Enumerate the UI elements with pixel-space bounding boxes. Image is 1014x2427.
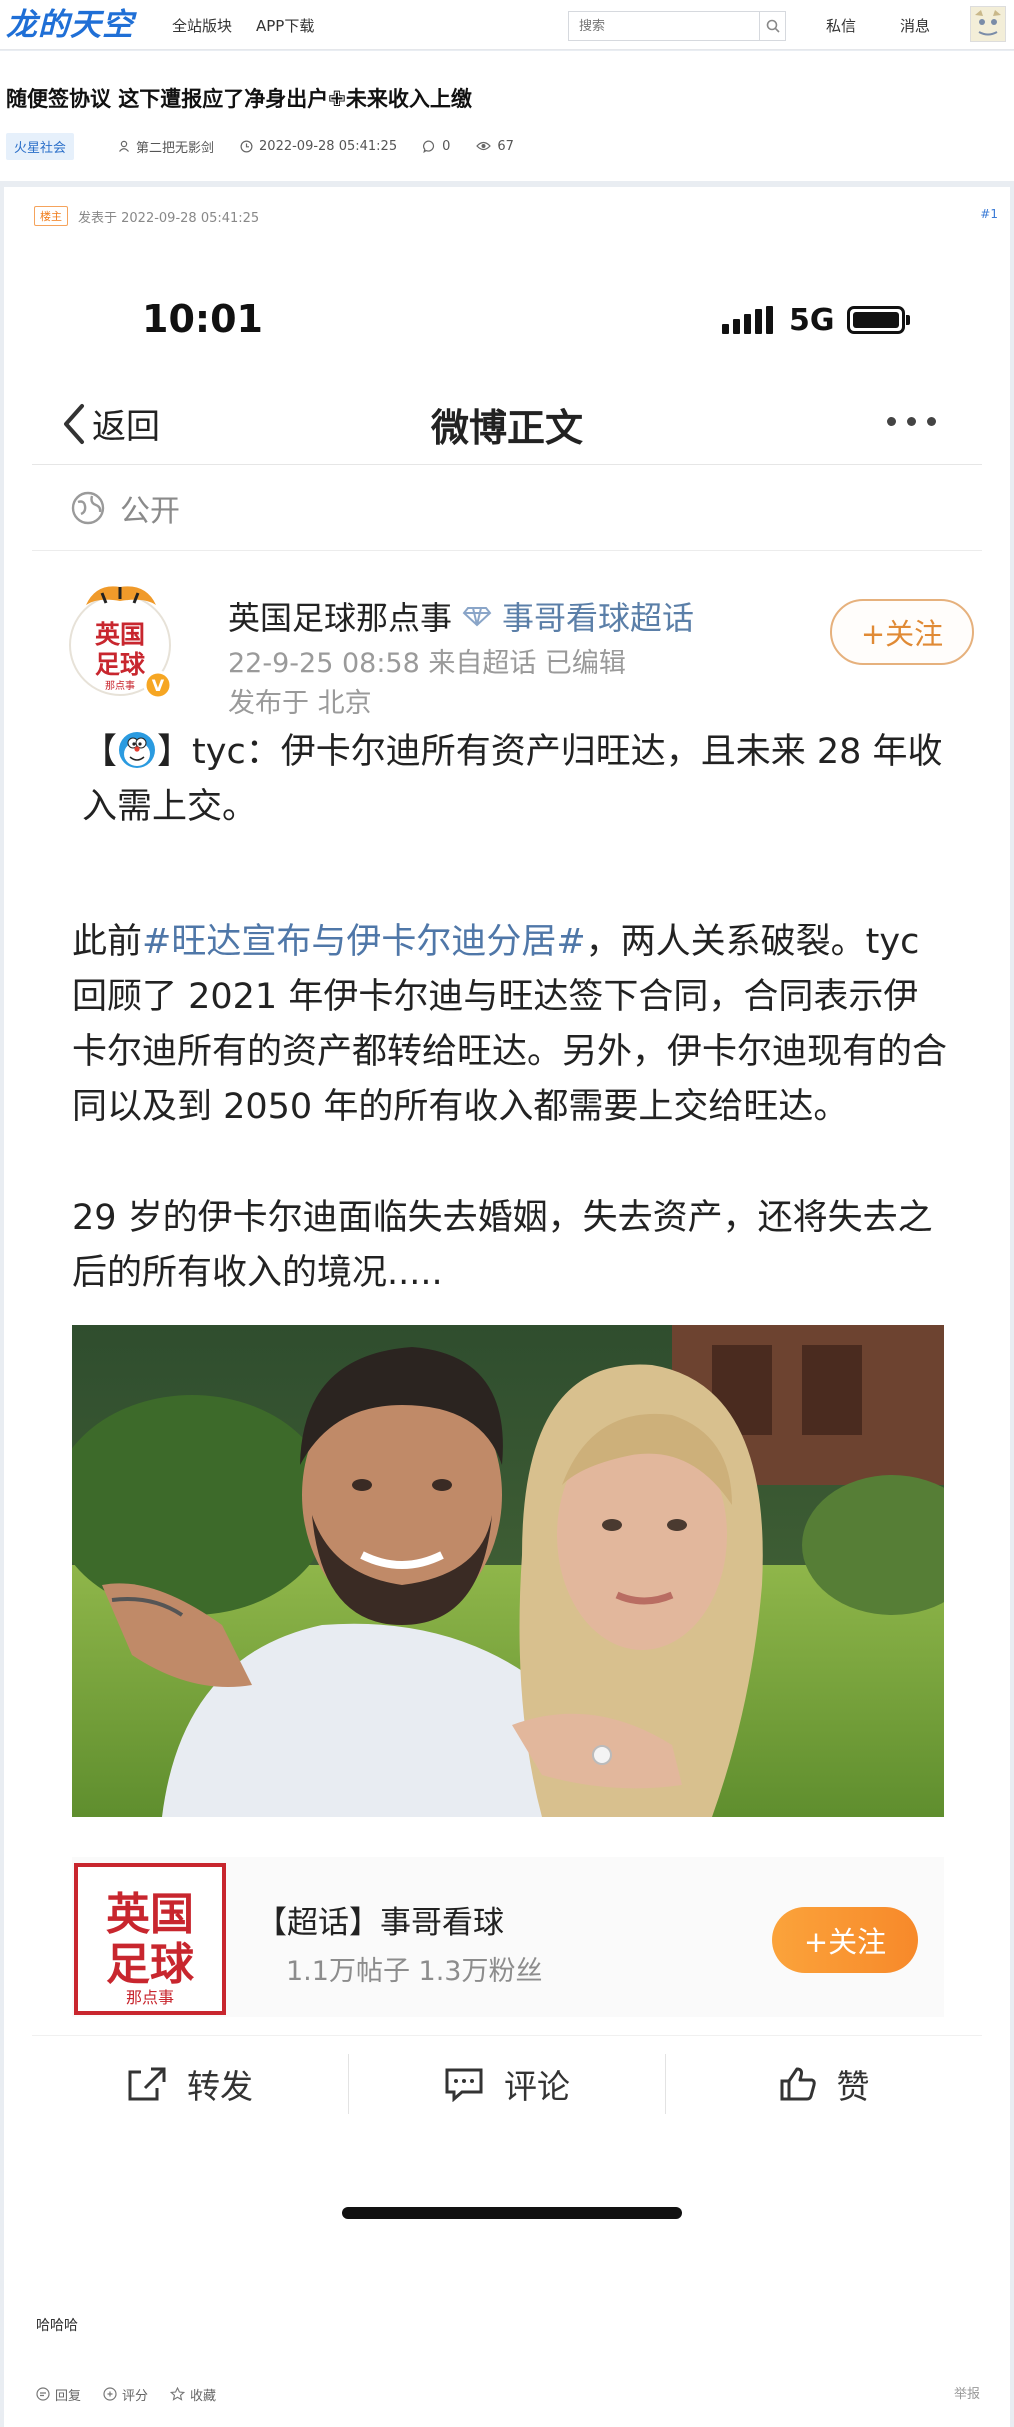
view-count: 67 [476,139,514,154]
site-header: 龙的天空 全站版块 APP下载 私信 消息 [0,0,1014,50]
svg-text:英国: 英国 [95,620,145,649]
repost-action: 转发 [32,2054,348,2114]
report-link[interactable]: 举报 [954,2383,980,2402]
svg-text:足球: 足球 [106,1939,195,1990]
search-box [568,11,786,41]
thumbs-up-icon [780,2067,816,2100]
reply-button[interactable]: 回复 [36,2385,81,2404]
post-body-text: 哈哈哈 [36,2318,78,2334]
hashtag-topic: #旺达宣布与伊卡尔迪分居# [142,922,586,962]
diamond-icon [462,607,492,627]
super-topic-title: 【超话】事哥看球 [256,1905,504,1941]
svg-text:英国: 英国 [106,1889,194,1940]
more-icon [887,417,947,426]
post-card: 楼主 发表于 2022-09-28 05:41:25 #1 10:01 5G 返… [4,187,1010,2427]
comment-icon [423,140,435,153]
super-topic-link: 事哥看球超话 [502,599,695,637]
nav-all-boards[interactable]: 全站版块 [172,15,232,36]
comment-count: 0 [423,139,450,154]
post-time: 2022-09-28 05:41:25 [240,139,397,154]
eye-icon [476,141,492,151]
home-indicator [342,2207,682,2219]
super-topic-follow-button: +关注 [772,1907,918,1973]
svg-text:足球: 足球 [95,650,146,679]
reply-icon [36,2387,50,2401]
embedded-screenshot: 10:01 5G 返回 微博正文 公开 英国 足球 那点事 V 英国足球那点事 … [32,245,982,2325]
svg-text:V: V [152,676,165,695]
status-time: 10:01 [142,297,263,341]
super-topic-stats: 1.1万帖子 1.3万粉丝 [286,1956,543,1987]
svg-text:那点事: 那点事 [126,1988,174,2007]
messages-link[interactable]: 消息 [900,15,930,36]
comment-bubble-icon [445,2068,483,2102]
weibo-paragraph-2: 此前#旺达宣布与伊卡尔迪分居#，两人关系破裂。tyc 回顾了 2021 年伊卡尔… [72,922,948,1127]
private-message-link[interactable]: 私信 [826,15,856,36]
op-badge: 楼主 [34,206,68,226]
weibo-location: 发布于 北京 [228,688,372,719]
search-input[interactable] [569,12,759,40]
thread-meta: 火星社会 第二把无影剑 2022-09-28 05:41:25 0 67 [6,132,540,160]
thread-title: 随便签协议 这下遭报应了净身出户✙未来收入上缴 [6,87,472,111]
author-info[interactable]: 第二把无影剑 [118,137,214,156]
post-action-bar: 回复 评分 收藏 [36,2383,238,2405]
board-tag[interactable]: 火星社会 [6,132,75,160]
search-button[interactable] [759,12,785,40]
weibo-action-bar: 转发 评论 赞 [32,2035,982,2131]
doraemon-emoji-icon [119,732,156,768]
weibo-post-meta: 22-9-25 08:58 来自超话 已编辑 [228,648,626,679]
svg-text:那点事: 那点事 [105,679,135,692]
super-topic-card: 英国 足球 那点事 【超话】事哥看球 1.1万帖子 1.3万粉丝 +关注 [72,1857,944,2017]
weibo-paragraph-1: 【 】tyc：伊卡尔迪所有资产归旺达，且未来 28 年收入需上交。 [82,732,943,827]
weibo-author-name: 英国足球那点事 事哥看球超话 [228,593,694,639]
favorite-button[interactable]: 收藏 [170,2385,216,2404]
weibo-paragraph-3: 29 岁的伊卡尔迪面临失去婚姻，失去资产，还将失去之后的所有收入的境况..... [72,1198,933,1293]
post-date: 发表于 2022-09-28 05:41:25 [78,210,260,226]
user-icon [119,140,129,152]
weibo-photo [72,1325,944,1817]
network-type: 5G [789,302,835,338]
weibo-title: 微博正文 [430,406,583,450]
signal-icon [722,306,777,334]
share-icon [128,2067,166,2100]
user-avatar[interactable] [970,6,1006,42]
weibo-header: 返回 微博正文 [32,381,982,465]
clock-icon [240,139,253,153]
like-action: 赞 [665,2053,982,2114]
status-icons: 5G [722,300,910,340]
rate-button[interactable]: 评分 [103,2385,148,2404]
weibo-author-row: 英国 足球 那点事 V 英国足球那点事 事哥看球超话 22-9-25 08:58… [62,577,974,727]
author-name[interactable]: 第二把无影剑 [136,137,214,156]
comment-action: 评论 [348,2053,665,2114]
battery-icon [846,306,910,334]
nav-app-download[interactable]: APP下载 [256,15,314,36]
weibo-avatar: 英国 足球 那点事 V [66,581,174,703]
site-logo[interactable]: 龙的天空 [6,6,134,44]
thread-header: 随便签协议 这下遭报应了净身出户✙未来收入上缴 火星社会 第二把无影剑 2022… [0,51,1014,181]
globe-icon [71,491,105,524]
floor-number[interactable]: #1 [980,207,998,221]
follow-button: +关注 [830,599,974,665]
star-icon [170,2387,186,2401]
visibility-row: 公开 [32,465,982,551]
super-topic-logo: 英国 足球 那点事 [72,1863,228,2015]
search-icon [766,19,780,33]
rate-icon [103,2387,117,2401]
post-header: 楼主 发表于 2022-09-28 05:41:25 [34,205,259,227]
